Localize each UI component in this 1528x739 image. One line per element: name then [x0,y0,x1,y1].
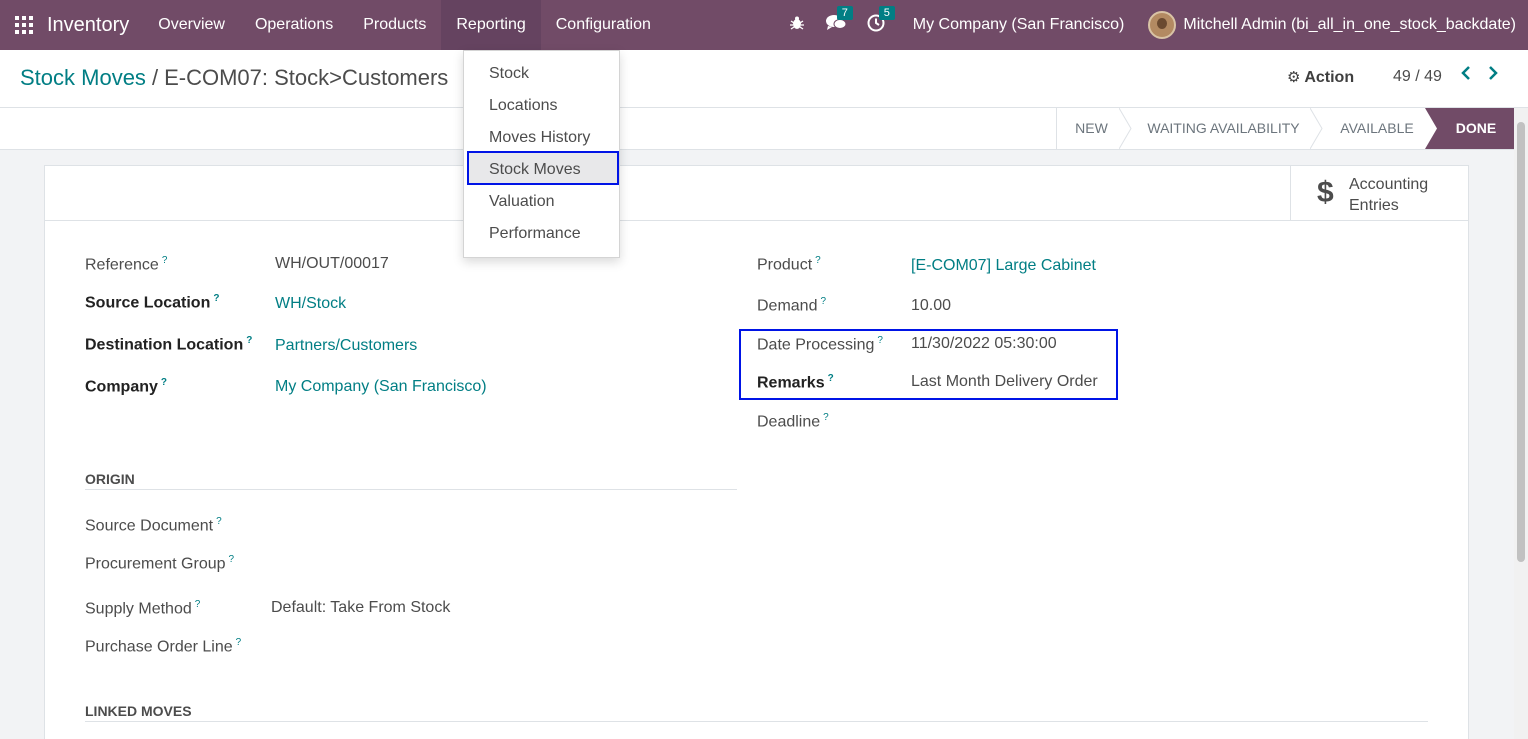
help-tooltip-icon[interactable]: ? [195,599,201,610]
pager-previous-button[interactable] [1460,65,1472,86]
breadcrumb-separator: / [151,65,159,90]
breadcrumb-current: E-COM07: Stock>Customers [164,65,449,90]
menu-products[interactable]: Products [348,0,441,50]
status-bar: NEW WAITING AVAILABILITY AVAILABLE DONE [0,108,1514,150]
pager-next-button[interactable] [1487,65,1499,86]
menu-item-stock[interactable]: Stock [489,65,529,83]
menu-item-locations[interactable]: Locations [489,97,558,115]
help-tooltip-icon[interactable]: ? [162,255,168,266]
messages-badge: 7 [836,5,853,20]
reference-label: Reference? [85,255,168,274]
procurement-group-label: Procurement Group? [85,554,235,573]
purchase-order-line-label: Purchase Order Line? [85,637,242,656]
destination-location-link[interactable]: Partners/Customers [275,337,417,355]
breadcrumb: Stock Moves / E-COM07: Stock>Customers [20,65,448,91]
deadline-label: Deadline? [757,412,829,431]
scrollbar-thumb[interactable] [1517,122,1525,562]
help-tooltip-icon[interactable]: ? [815,255,821,266]
navbar-systray: 7 5 My Company (San Francisco) Mitchell … [789,0,1528,50]
source-location-link[interactable]: WH/Stock [275,295,346,313]
origin-divider [85,489,737,490]
activities-badge: 5 [878,5,895,20]
accounting-entries-line1: Accounting [1349,176,1429,193]
help-tooltip-icon[interactable]: ? [246,335,252,346]
menu-overview[interactable]: Overview [143,0,240,50]
supply-method-label: Supply Method? [85,599,201,618]
menu-operations[interactable]: Operations [240,0,348,50]
reference-value: WH/OUT/00017 [275,255,389,272]
pager-value[interactable]: 49 / 49 [1393,68,1442,86]
apps-grid-icon[interactable] [15,16,33,34]
action-button[interactable]: ⚙ Action [1287,68,1354,87]
status-chevron-icon [1424,108,1438,149]
form-sheet: $ Accounting Entries Reference? WH/OUT/0… [44,165,1469,739]
help-tooltip-icon[interactable]: ? [216,516,222,527]
dollar-icon: $ [1317,176,1334,209]
origin-section-title: ORIGIN [85,471,135,487]
destination-location-label: Destination Location? [85,335,253,354]
breadcrumb-stock-moves[interactable]: Stock Moves [20,65,146,90]
product-label: Product? [757,255,821,274]
chat-icon[interactable]: 7 [825,5,853,37]
demand-label: Demand? [757,296,827,315]
demand-value: 10.00 [911,297,952,314]
company-link[interactable]: My Company (San Francisco) [275,378,487,396]
control-panel: Stock Moves / E-COM07: Stock>Customers ⚙ A… [0,50,1528,108]
status-waiting-availability: WAITING AVAILABILITY [1147,120,1300,136]
page-scrollbar[interactable] [1514,108,1528,739]
highlight-box [739,329,1118,400]
help-tooltip-icon[interactable]: ? [236,637,242,648]
menu-item-performance[interactable]: Performance [489,225,581,243]
menu-reporting[interactable]: Reporting [441,0,541,50]
source-location-label: Source Location? [85,293,220,312]
chevron-right-icon [1489,66,1498,80]
product-link[interactable]: [E-COM07] Large Cabinet [911,257,1096,275]
clock-icon[interactable]: 5 [867,5,895,37]
status-done: DONE [1438,108,1514,149]
accounting-entries-button[interactable]: $ Accounting Entries [1290,166,1468,220]
top-navbar: Inventory Overview Operations Products R… [0,0,1528,50]
avatar[interactable] [1148,11,1177,39]
help-tooltip-icon[interactable]: ? [823,412,829,423]
menu-item-stock-moves[interactable]: Stock Moves [489,161,581,179]
linked-moves-section-title: LINKED MOVES [85,703,192,719]
supply-method-value: Default: Take From Stock [271,599,451,616]
help-tooltip-icon[interactable]: ? [213,293,219,304]
menu-configuration[interactable]: Configuration [541,0,666,50]
help-tooltip-icon[interactable]: ? [820,296,826,307]
linked-moves-divider [85,721,1428,722]
company-switcher[interactable]: My Company (San Francisco) [913,16,1125,34]
accounting-entries-line2: Entries [1349,197,1399,214]
user-menu[interactable]: Mitchell Admin (bi_all_in_one_stock_back… [1183,16,1516,34]
button-box: $ Accounting Entries [45,166,1468,221]
source-document-label: Source Document? [85,516,222,535]
status-new: NEW [1056,108,1126,149]
status-available: AVAILABLE [1340,120,1414,136]
bug-icon[interactable] [789,15,805,36]
menu-item-moves-history[interactable]: Moves History [489,129,590,147]
accounting-entries-label: Accounting Entries [1349,174,1428,216]
menu-item-valuation[interactable]: Valuation [489,193,555,211]
app-name[interactable]: Inventory [47,14,129,37]
help-tooltip-icon[interactable]: ? [161,377,167,388]
action-label: Action [1304,69,1355,86]
chevron-left-icon [1461,66,1470,80]
company-label: Company? [85,377,168,396]
reporting-dropdown-menu: Stock Locations Moves History Stock Move… [463,50,620,258]
help-tooltip-icon[interactable]: ? [229,554,235,565]
gear-icon: ⚙ [1287,69,1301,86]
